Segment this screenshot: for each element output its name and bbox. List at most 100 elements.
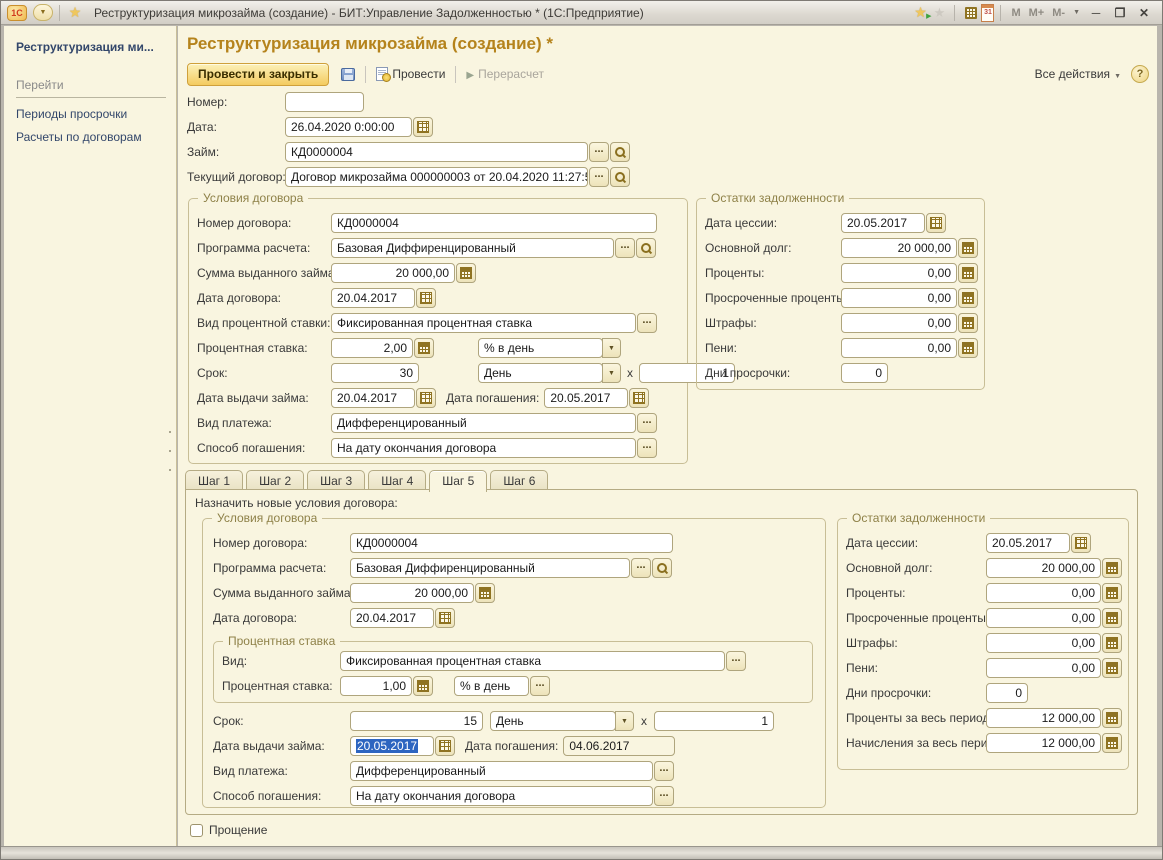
- loan-input[interactable]: КД0000004: [285, 142, 588, 162]
- new-amount-calc-button[interactable]: [475, 583, 495, 603]
- tab-step-2[interactable]: Шаг 2: [246, 470, 304, 490]
- new-term-unit-combo[interactable]: День: [490, 711, 616, 731]
- new-repay-method-select-button[interactable]: [654, 786, 674, 806]
- all-actions-button[interactable]: Все действия: [1035, 67, 1121, 81]
- new-contract-date-input[interactable]: 20.04.2017: [350, 608, 434, 628]
- calendar-icon[interactable]: 31: [981, 4, 994, 22]
- issue-date-picker-button[interactable]: [416, 388, 436, 408]
- penalties-calc-button[interactable]: [958, 338, 978, 358]
- new-rate-unit-combo[interactable]: % в день: [454, 676, 529, 696]
- new-penalties-calc-button[interactable]: [1102, 658, 1122, 678]
- fines-calc-button[interactable]: [958, 313, 978, 333]
- new-principal-calc-button[interactable]: [1102, 558, 1122, 578]
- loan-select-button[interactable]: [589, 142, 609, 162]
- new-cession-date-input[interactable]: 20.05.2017: [986, 533, 1070, 553]
- sidebar-splitter[interactable]: [167, 431, 173, 471]
- close-button[interactable]: ✕: [1132, 4, 1156, 21]
- maximize-button[interactable]: ❒: [1108, 4, 1132, 21]
- rate-unit-dropdown-button[interactable]: [602, 338, 621, 358]
- due-date-picker-button[interactable]: [629, 388, 649, 408]
- sidebar-link-overdue-periods[interactable]: Периоды просрочки: [16, 107, 176, 121]
- new-cession-date-picker-button[interactable]: [1071, 533, 1091, 553]
- amount-calc-button[interactable]: [456, 263, 476, 283]
- contract-date-input[interactable]: 20.04.2017: [331, 288, 415, 308]
- number-input[interactable]: [285, 92, 364, 112]
- payment-kind-input[interactable]: Дифференцированный: [331, 413, 636, 433]
- tab-step-3[interactable]: Шаг 3: [307, 470, 365, 490]
- principal-input[interactable]: 20 000,00: [841, 238, 957, 258]
- period-accruals-calc-button[interactable]: [1102, 733, 1122, 753]
- new-principal-input[interactable]: 20 000,00: [986, 558, 1101, 578]
- term-unit-dropdown-button[interactable]: [602, 363, 621, 383]
- new-payment-kind-input[interactable]: Дифференцированный: [350, 761, 653, 781]
- contract-search-button[interactable]: [610, 167, 630, 187]
- post-and-close-button[interactable]: Провести и закрыть: [187, 63, 329, 86]
- new-calc-program-input[interactable]: Базовая Диффиренцированный: [350, 558, 630, 578]
- tab-step-4[interactable]: Шаг 4: [368, 470, 426, 490]
- new-overdue-interest-calc-button[interactable]: [1102, 608, 1122, 628]
- new-fines-calc-button[interactable]: [1102, 633, 1122, 653]
- new-repay-method-input[interactable]: На дату окончания договора: [350, 786, 653, 806]
- new-term-unit-dropdown-button[interactable]: [615, 711, 634, 731]
- penalties-input[interactable]: 0,00: [841, 338, 957, 358]
- new-program-search-button[interactable]: [652, 558, 672, 578]
- cession-date-picker-button[interactable]: [926, 213, 946, 233]
- favorites-star-icon[interactable]: [66, 4, 84, 21]
- loan-amount-input[interactable]: 20 000,00: [331, 263, 455, 283]
- rate-input[interactable]: 2,00: [331, 338, 413, 358]
- minimize-button[interactable]: ─: [1084, 4, 1108, 21]
- principal-calc-button[interactable]: [958, 238, 978, 258]
- calc-program-input[interactable]: Базовая Диффиренцированный: [331, 238, 614, 258]
- date-input[interactable]: 26.04.2020 0:00:00: [285, 117, 412, 137]
- overdue-days-input[interactable]: 0: [841, 363, 888, 383]
- rate-kind-input[interactable]: Фиксированная процентная ставка: [331, 313, 636, 333]
- term-unit-combo[interactable]: День: [478, 363, 603, 383]
- tab-step-1[interactable]: Шаг 1: [185, 470, 243, 490]
- new-loan-amount-input[interactable]: 20 000,00: [350, 583, 474, 603]
- contract-date-picker-button[interactable]: [416, 288, 436, 308]
- loan-search-button[interactable]: [610, 142, 630, 162]
- calculator-icon[interactable]: [961, 4, 981, 22]
- repay-method-input[interactable]: На дату окончания договора: [331, 438, 636, 458]
- help-button[interactable]: ?: [1131, 65, 1149, 83]
- period-accruals-input[interactable]: 12 000,00: [986, 733, 1101, 753]
- program-select-button[interactable]: [615, 238, 635, 258]
- new-overdue-interest-input[interactable]: 0,00: [986, 608, 1101, 628]
- date-picker-button[interactable]: [413, 117, 433, 137]
- new-program-select-button[interactable]: [631, 558, 651, 578]
- new-rate-unit-select-button[interactable]: [530, 676, 550, 696]
- issue-date-input[interactable]: 20.04.2017: [331, 388, 415, 408]
- program-search-button[interactable]: [636, 238, 656, 258]
- overdue-interest-calc-button[interactable]: [958, 288, 978, 308]
- new-interest-calc-button[interactable]: [1102, 583, 1122, 603]
- sidebar-link-contract-calcs[interactable]: Расчеты по договорам: [16, 130, 176, 144]
- forgive-checkbox[interactable]: [190, 824, 203, 837]
- titlebar-more-icon[interactable]: [1069, 4, 1084, 22]
- overdue-interest-input[interactable]: 0,00: [841, 288, 957, 308]
- rate-calc-button[interactable]: [414, 338, 434, 358]
- current-contract-input[interactable]: Договор микрозайма 000000003 от 20.04.20…: [285, 167, 588, 187]
- new-contract-date-picker-button[interactable]: [435, 608, 455, 628]
- repay-method-select-button[interactable]: [637, 438, 657, 458]
- payment-kind-select-button[interactable]: [637, 413, 657, 433]
- period-interest-input[interactable]: 12 000,00: [986, 708, 1101, 728]
- tab-step-6[interactable]: Шаг 6: [490, 470, 548, 490]
- contract-number-input[interactable]: КД0000004: [331, 213, 657, 233]
- interest-input[interactable]: 0,00: [841, 263, 957, 283]
- interest-calc-button[interactable]: [958, 263, 978, 283]
- new-payment-kind-select-button[interactable]: [654, 761, 674, 781]
- due-date-input[interactable]: 20.05.2017: [544, 388, 628, 408]
- period-interest-calc-button[interactable]: [1102, 708, 1122, 728]
- term-input[interactable]: 30: [331, 363, 419, 383]
- new-rate-input[interactable]: 1,00: [340, 676, 412, 696]
- contract-select-button[interactable]: [589, 167, 609, 187]
- new-issue-date-picker-button[interactable]: [435, 736, 455, 756]
- new-term-factor-input[interactable]: 1: [654, 711, 774, 731]
- rate-kind-select-button[interactable]: [637, 313, 657, 333]
- new-rate-kind-select-button[interactable]: [726, 651, 746, 671]
- rate-unit-combo[interactable]: % в день: [478, 338, 603, 358]
- cession-date-input[interactable]: 20.05.2017: [841, 213, 925, 233]
- fines-input[interactable]: 0,00: [841, 313, 957, 333]
- new-overdue-days-input[interactable]: 0: [986, 683, 1028, 703]
- new-penalties-input[interactable]: 0,00: [986, 658, 1101, 678]
